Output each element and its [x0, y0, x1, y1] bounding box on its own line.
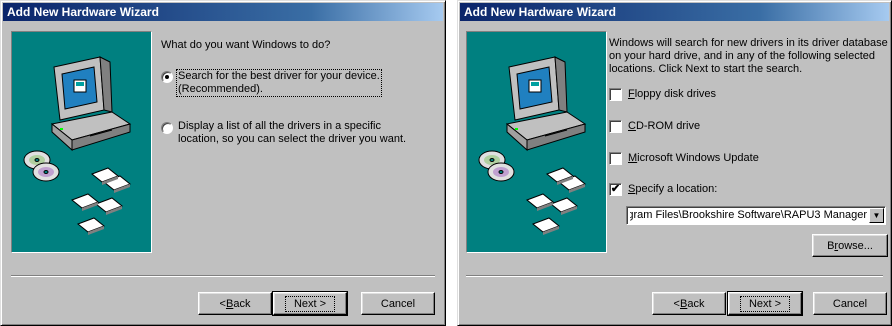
next-button-label: Next >: [284, 295, 336, 312]
option-search-line1: Search for the best driver for your devi…: [178, 70, 380, 82]
wizard-illustration: [11, 31, 152, 253]
location-value: gram Files\Brookshire Software\RAPU3 Man…: [630, 209, 867, 221]
location-input[interactable]: gram Files\Brookshire Software\RAPU3 Man…: [630, 209, 867, 222]
browse-button[interactable]: Br owse...: [812, 234, 888, 257]
separator: [11, 275, 435, 277]
back-button-rest: ack: [233, 297, 251, 310]
browse-prefix: B: [827, 239, 835, 252]
windows-update-mnemonic: M: [628, 152, 638, 164]
option-search-line2: (Recommended).: [178, 83, 263, 95]
radio-selected-dot: [165, 75, 169, 79]
description-line-1: Windows will search for new drivers in i…: [609, 37, 888, 49]
next-button[interactable]: Next >: [727, 291, 803, 316]
floppy-disk-icon: [71, 167, 131, 233]
back-button-rest: ack: [687, 297, 705, 310]
back-button[interactable]: < Back: [652, 292, 726, 315]
computer-icon: [505, 56, 587, 152]
floppy-mnemonic: F: [628, 88, 635, 100]
checkbox-specify-location[interactable]: ✔: [609, 183, 622, 196]
separator: [466, 275, 883, 277]
cd-disc-icon: [478, 150, 515, 182]
floppy-disk-icon: [526, 167, 586, 233]
option-display-list-label[interactable]: Display a list of all the drivers in a s…: [178, 120, 406, 146]
location-combobox[interactable]: gram Files\Brookshire Software\RAPU3 Man…: [626, 206, 886, 225]
windows-update-label-rest: icrosoft Windows Update: [637, 152, 759, 164]
next-button[interactable]: Next >: [272, 291, 348, 316]
wizard-illustration: [466, 31, 607, 253]
checkbox-windows-update-label[interactable]: Microsoft Windows Update: [628, 152, 759, 165]
checkbox-windows-update[interactable]: [609, 152, 622, 165]
checkbox-specify-location-label[interactable]: Specify a location:: [628, 183, 717, 196]
title-bar: Add New Hardware Wizard: [3, 3, 443, 21]
next-button-label: Next >: [739, 295, 791, 312]
checkmark-icon: ✔: [610, 183, 621, 195]
cd-disc-icon: [23, 150, 60, 182]
option-display-line2: location, so you can select the driver y…: [178, 133, 407, 145]
dropdown-arrow-icon[interactable]: ▼: [869, 208, 884, 223]
cancel-button[interactable]: Cancel: [361, 292, 435, 315]
cdrom-mnemonic: C: [628, 120, 636, 132]
radio-search-best-driver[interactable]: [161, 71, 173, 83]
specify-location-label-rest: pecify a location:: [635, 183, 718, 195]
description-text: Windows will search for new drivers in i…: [609, 37, 888, 76]
cdrom-label-rest: D-ROM drive: [635, 120, 701, 132]
title-bar: Add New Hardware Wizard: [460, 3, 889, 21]
checkbox-cdrom-label[interactable]: CD-ROM drive: [628, 120, 700, 133]
question-text: What do you want Windows to do?: [161, 39, 331, 51]
option-search-best-driver-label[interactable]: Search for the best driver for your devi…: [176, 69, 382, 97]
wizard-dialog-driver-choice: Add New Hardware Wizard What do you want…: [0, 0, 446, 326]
cancel-button[interactable]: Cancel: [813, 292, 887, 315]
floppy-label-rest: loppy disk drives: [634, 88, 717, 100]
back-button-mnemonic: B: [225, 297, 234, 310]
computer-and-disks-icon: [478, 56, 587, 235]
checkbox-cdrom-drive[interactable]: [609, 120, 622, 133]
browse-rest: owse...: [838, 239, 873, 252]
option-display-line1: Display a list of all the drivers in a s…: [178, 120, 381, 132]
wizard-dialog-search-locations: Add New Hardware Wizard Windows will sea…: [457, 0, 892, 326]
computer-and-disks-icon: [23, 56, 132, 235]
computer-icon: [50, 56, 132, 152]
back-button[interactable]: < Back: [198, 292, 272, 315]
radio-display-list[interactable]: [161, 122, 173, 134]
checkbox-floppy-disk-drives[interactable]: [609, 88, 622, 101]
description-line-3: locations. Click Next to start the searc…: [609, 63, 803, 75]
back-button-mnemonic: B: [679, 297, 688, 310]
description-line-2: on your hard drive, and in any of the fo…: [609, 50, 875, 62]
checkbox-floppy-label[interactable]: Floppy disk drives: [628, 88, 716, 101]
